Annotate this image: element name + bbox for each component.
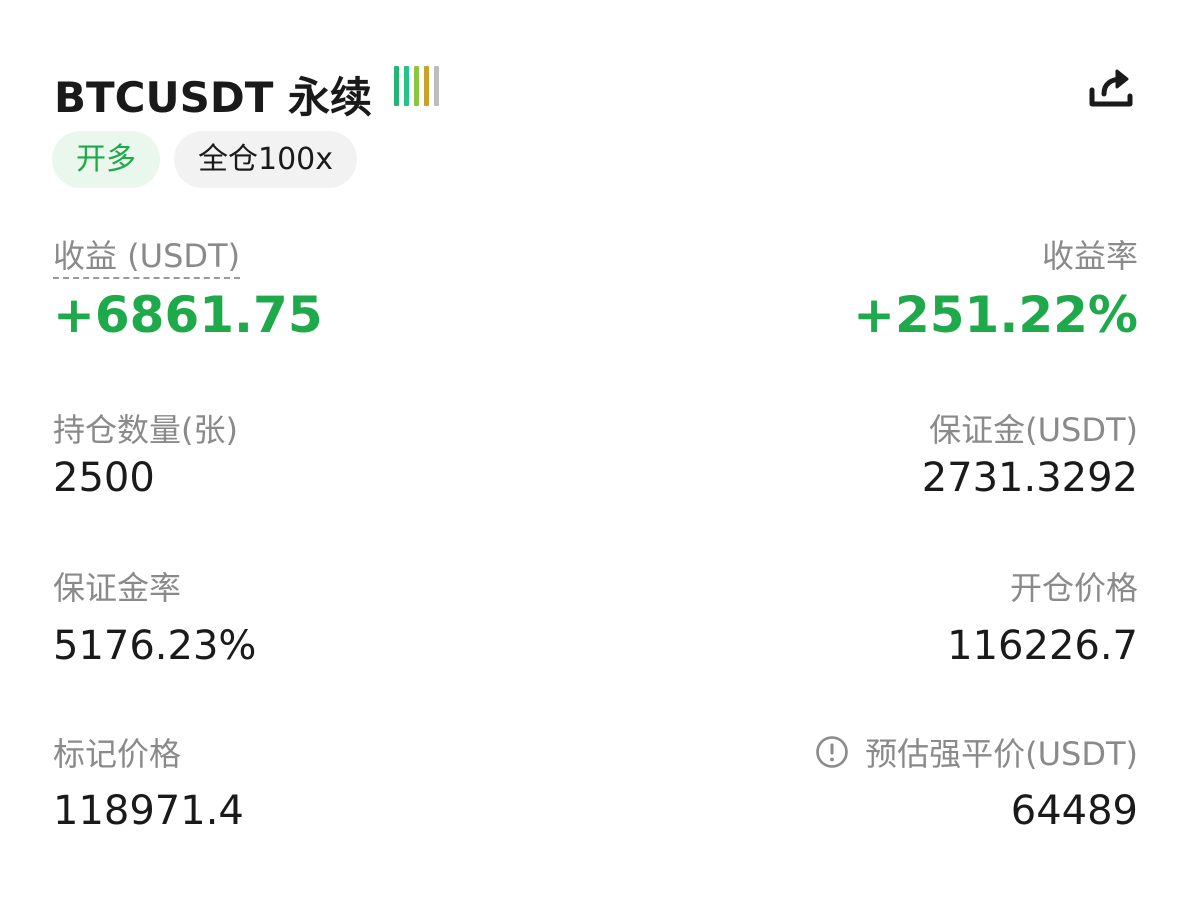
liq-price-value: 64489 bbox=[1010, 788, 1138, 834]
entry-price-value: 116226.7 bbox=[947, 623, 1138, 669]
roi-label: 收益率 bbox=[1041, 237, 1138, 275]
liquidity-bar bbox=[414, 66, 419, 106]
contract-title: BTCUSDT 永续 bbox=[54, 73, 372, 122]
position-size-label: 持仓数量(张) bbox=[53, 411, 238, 449]
liq-price-label-wrap: 预估强平价(USDT) bbox=[815, 729, 1138, 775]
liquidity-bar bbox=[394, 66, 399, 106]
margin-ratio-value: 5176.23% bbox=[53, 623, 257, 669]
margin-mode-tag[interactable]: 全仓100x bbox=[174, 131, 358, 188]
pnl-label-text: 收益 (USDT) bbox=[53, 237, 241, 279]
roi-value: +251.22% bbox=[853, 286, 1138, 344]
pnl-value: +6861.75 bbox=[53, 286, 323, 344]
liquidity-bar bbox=[404, 66, 409, 106]
entry-price-label: 开仓价格 bbox=[1009, 569, 1138, 607]
liquidity-bar bbox=[434, 66, 439, 106]
liquidity-bar bbox=[424, 66, 429, 106]
margin-label: 保证金(USDT) bbox=[929, 411, 1138, 449]
position-header: BTCUSDT 永续 bbox=[54, 60, 1138, 122]
side-tag: 开多 bbox=[52, 131, 160, 188]
share-icon bbox=[1089, 69, 1133, 107]
liq-price-label: 预估强平价(USDT) bbox=[865, 735, 1138, 773]
position-size-value: 2500 bbox=[53, 455, 155, 501]
margin-value: 2731.3292 bbox=[921, 455, 1138, 501]
info-icon[interactable] bbox=[815, 735, 849, 769]
liquidity-indicator-icon bbox=[394, 66, 439, 106]
mark-price-value: 118971.4 bbox=[53, 788, 244, 834]
margin-ratio-label: 保证金率 bbox=[53, 569, 182, 607]
pnl-label[interactable]: 收益 (USDT) bbox=[53, 231, 241, 279]
mark-price-label: 标记价格 bbox=[53, 735, 182, 773]
share-button[interactable] bbox=[1086, 62, 1138, 114]
position-tags: 开多 全仓100x bbox=[52, 131, 358, 188]
